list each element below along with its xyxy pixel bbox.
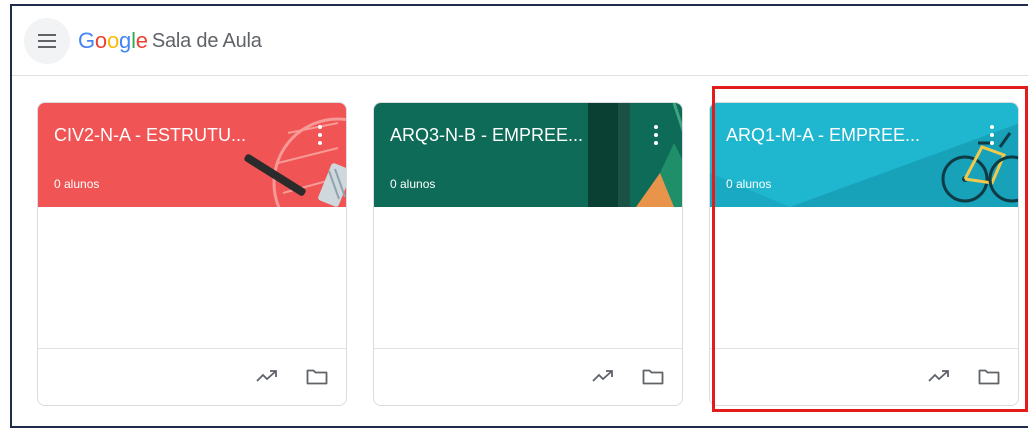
class-card-body <box>374 207 682 349</box>
class-title-link[interactable]: CIV2-N-A - ESTRUTU... <box>54 125 284 146</box>
classroom-window: Google Sala de Aula CIV2-N-A - ESTRUTU..… <box>10 4 1028 428</box>
folder-icon <box>978 369 1000 385</box>
more-vert-icon <box>990 125 994 129</box>
logo-letter: e <box>135 28 148 53</box>
more-options-button[interactable] <box>648 123 664 147</box>
open-gradebook-button[interactable] <box>254 363 280 389</box>
hamburger-menu-icon <box>38 34 56 48</box>
trending-up-icon <box>256 370 277 382</box>
more-vert-icon <box>318 133 322 137</box>
open-gradebook-button[interactable] <box>926 363 952 389</box>
class-card-body <box>710 207 1018 349</box>
folder-icon <box>642 369 664 385</box>
forest-illustration <box>588 103 682 207</box>
more-options-button[interactable] <box>984 123 1000 147</box>
more-vert-icon <box>654 133 658 137</box>
folder-icon <box>306 369 328 385</box>
logo-letter: o <box>94 28 107 53</box>
open-drive-folder-button[interactable] <box>304 363 330 389</box>
class-card[interactable]: ARQ3-N-B - EMPREE... 0 alunos <box>373 102 683 406</box>
class-card-header[interactable]: ARQ1-M-A - EMPREE... 0 alunos <box>710 103 1018 207</box>
grill-illustration <box>244 117 346 207</box>
student-count: 0 alunos <box>726 177 772 191</box>
logo-letter: G <box>78 28 95 53</box>
open-drive-folder-button[interactable] <box>976 363 1002 389</box>
student-count: 0 alunos <box>390 177 436 191</box>
class-title-link[interactable]: ARQ3-N-B - EMPREE... <box>390 125 620 146</box>
more-vert-icon <box>318 141 322 145</box>
trending-up-icon <box>592 370 613 382</box>
more-vert-icon <box>318 125 322 129</box>
open-gradebook-button[interactable] <box>590 363 616 389</box>
class-card-footer <box>38 347 346 405</box>
more-vert-icon <box>990 133 994 137</box>
class-card[interactable]: CIV2-N-A - ESTRUTU... 0 alunos <box>37 102 347 406</box>
class-card-body <box>38 207 346 349</box>
more-vert-icon <box>990 141 994 145</box>
more-vert-icon <box>654 125 658 129</box>
class-card-footer <box>374 347 682 405</box>
class-card-footer <box>710 347 1018 405</box>
more-vert-icon <box>654 141 658 145</box>
open-drive-folder-button[interactable] <box>640 363 666 389</box>
class-title-link[interactable]: ARQ1-M-A - EMPREE... <box>726 125 956 146</box>
student-count: 0 alunos <box>54 177 100 191</box>
logo-letter: o <box>106 28 120 53</box>
bicycle-illustration <box>710 123 1018 207</box>
class-card[interactable]: ARQ1-M-A - EMPREE... 0 alunos <box>709 102 1019 406</box>
logo-letter: g <box>119 28 132 53</box>
product-name: Sala de Aula <box>151 29 262 52</box>
main-menu-button[interactable] <box>24 18 70 64</box>
more-options-button[interactable] <box>312 123 328 147</box>
top-app-bar: Google Sala de Aula <box>12 6 1028 76</box>
class-card-header[interactable]: CIV2-N-A - ESTRUTU... 0 alunos <box>38 103 346 207</box>
class-card-header[interactable]: ARQ3-N-B - EMPREE... 0 alunos <box>374 103 682 207</box>
app-logo[interactable]: Google Sala de Aula <box>78 28 262 54</box>
trending-up-icon <box>928 370 949 382</box>
